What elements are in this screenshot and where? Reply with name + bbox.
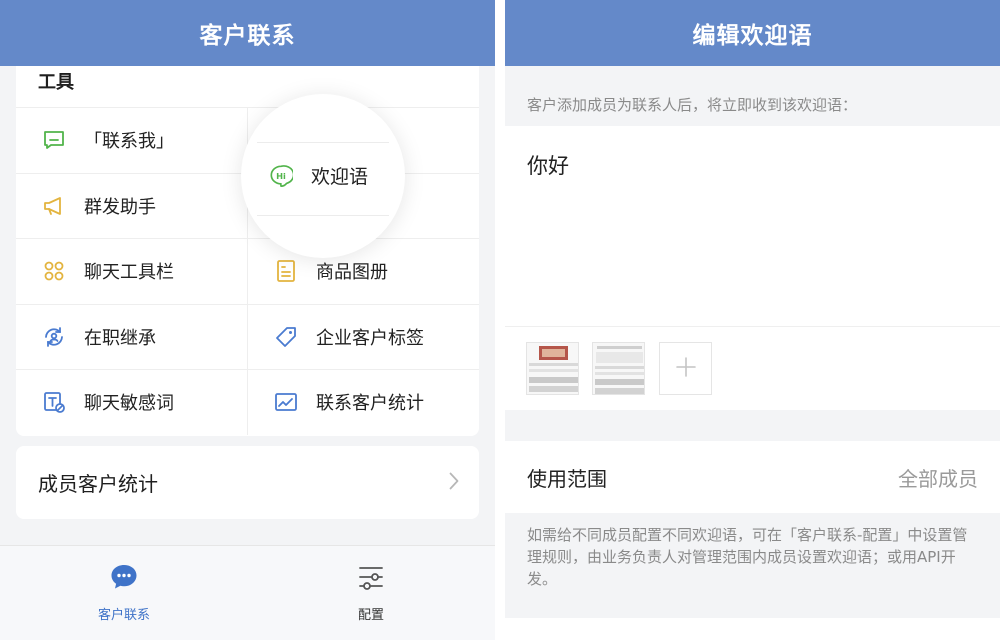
screenshot: 客户联系 工具 「联系我」 群发助手 聊天工具栏 商品图册 在职继承 企业客户标… xyxy=(0,0,1000,640)
catalog-icon xyxy=(274,259,298,283)
tool-row: 在职继承 企业客户标签 xyxy=(16,303,479,370)
tool-mass-send[interactable]: 群发助手 xyxy=(16,174,247,239)
page-title: 客户联系 xyxy=(199,23,296,49)
tab-customer-contact[interactable]: 客户联系 xyxy=(54,562,194,623)
tools-icon xyxy=(42,259,66,283)
tool-label: 联系客户统计 xyxy=(316,393,424,415)
sensitive-words-icon xyxy=(42,390,66,414)
hi-bubble-icon: Hi xyxy=(269,164,293,188)
member-stats-label: 成员客户统计 xyxy=(38,472,158,496)
attachment-thumbnail[interactable] xyxy=(592,342,645,395)
tool-label: 「联系我」 xyxy=(84,131,174,153)
edit-welcome-screen: 编辑欢迎语 客户添加成员为联系人后，将立即收到该欢迎语： 你好 使用范围 全部成… xyxy=(505,0,1000,640)
message-text[interactable]: 你好 xyxy=(527,150,569,180)
tool-product-catalog[interactable]: 商品图册 xyxy=(247,239,479,304)
tool-label: 在职继承 xyxy=(84,327,156,349)
scope-label: 使用范围 xyxy=(527,466,607,491)
tool-contact-me[interactable]: 「联系我」 xyxy=(16,108,247,173)
member-stats-row[interactable]: 成员客户统计 xyxy=(16,446,479,519)
tool-label: 企业客户标签 xyxy=(316,327,424,349)
tool-label: 群发助手 xyxy=(84,196,156,218)
tool-sensitive-words[interactable]: 聊天敏感词 xyxy=(16,370,247,435)
usage-scope-row[interactable]: 使用范围 全部成员 xyxy=(505,441,1000,513)
megaphone-icon xyxy=(42,194,66,218)
tab-label: 客户联系 xyxy=(97,608,150,623)
chat-bubble-icon xyxy=(42,128,66,152)
tools-title: 工具 xyxy=(38,72,74,93)
divider xyxy=(257,142,389,143)
nav-bar: 客户联系 xyxy=(0,0,495,66)
tool-row: 聊天敏感词 联系客户统计 xyxy=(16,369,479,435)
tool-inherit[interactable]: 在职继承 xyxy=(16,305,247,370)
tab-settings[interactable]: 配置 xyxy=(301,562,441,623)
attachment-thumbnail[interactable] xyxy=(526,342,579,395)
divider xyxy=(257,215,389,216)
divider xyxy=(505,326,1000,327)
customer-contact-screen: 客户联系 工具 「联系我」 群发助手 聊天工具栏 商品图册 在职继承 企业客户标… xyxy=(0,0,495,640)
tool-row: 聊天工具栏 商品图册 xyxy=(16,238,479,304)
svg-text:Hi: Hi xyxy=(276,170,286,180)
scope-value: 全部成员 xyxy=(898,466,978,491)
tool-welcome-message[interactable]: Hi 欢迎语 xyxy=(269,162,368,189)
tools-card: 工具 「联系我」 群发助手 聊天工具栏 商品图册 在职继承 企业客户标签 聊天敏… xyxy=(16,66,479,436)
message-editor[interactable]: 你好 xyxy=(505,126,1000,410)
tag-icon xyxy=(274,325,298,349)
tool-chat-toolbar[interactable]: 聊天工具栏 xyxy=(16,239,247,304)
settings-sliders-icon xyxy=(356,562,386,596)
chat-icon xyxy=(109,562,139,596)
tool-label: 聊天敏感词 xyxy=(84,393,174,415)
tab-bar: 客户联系 配置 xyxy=(0,545,495,640)
welcome-message-spotlight[interactable]: Hi 欢迎语 xyxy=(241,94,405,258)
config-note: 如需给不同成员配置不同欢迎语，可在「客户联系-配置」中设置管理规则，由业务负责人… xyxy=(527,526,968,588)
chart-icon xyxy=(274,390,298,414)
hint-text: 客户添加成员为联系人后，将立即收到该欢迎语： xyxy=(527,96,858,114)
tool-label: 欢迎语 xyxy=(311,166,369,188)
nav-bar: 编辑欢迎语 xyxy=(505,0,1000,66)
plus-icon xyxy=(675,356,697,382)
add-attachment-button[interactable] xyxy=(659,342,712,395)
tool-customer-tags[interactable]: 企业客户标签 xyxy=(247,304,479,369)
page-title: 编辑欢迎语 xyxy=(692,23,813,49)
transfer-icon xyxy=(42,325,66,349)
tab-label: 配置 xyxy=(357,608,384,623)
tool-label: 聊天工具栏 xyxy=(84,262,174,284)
chevron-right-icon xyxy=(449,472,459,494)
tool-label: 商品图册 xyxy=(316,262,388,284)
tool-contact-stats[interactable]: 联系客户统计 xyxy=(247,370,479,435)
bottom-section xyxy=(505,618,1000,640)
